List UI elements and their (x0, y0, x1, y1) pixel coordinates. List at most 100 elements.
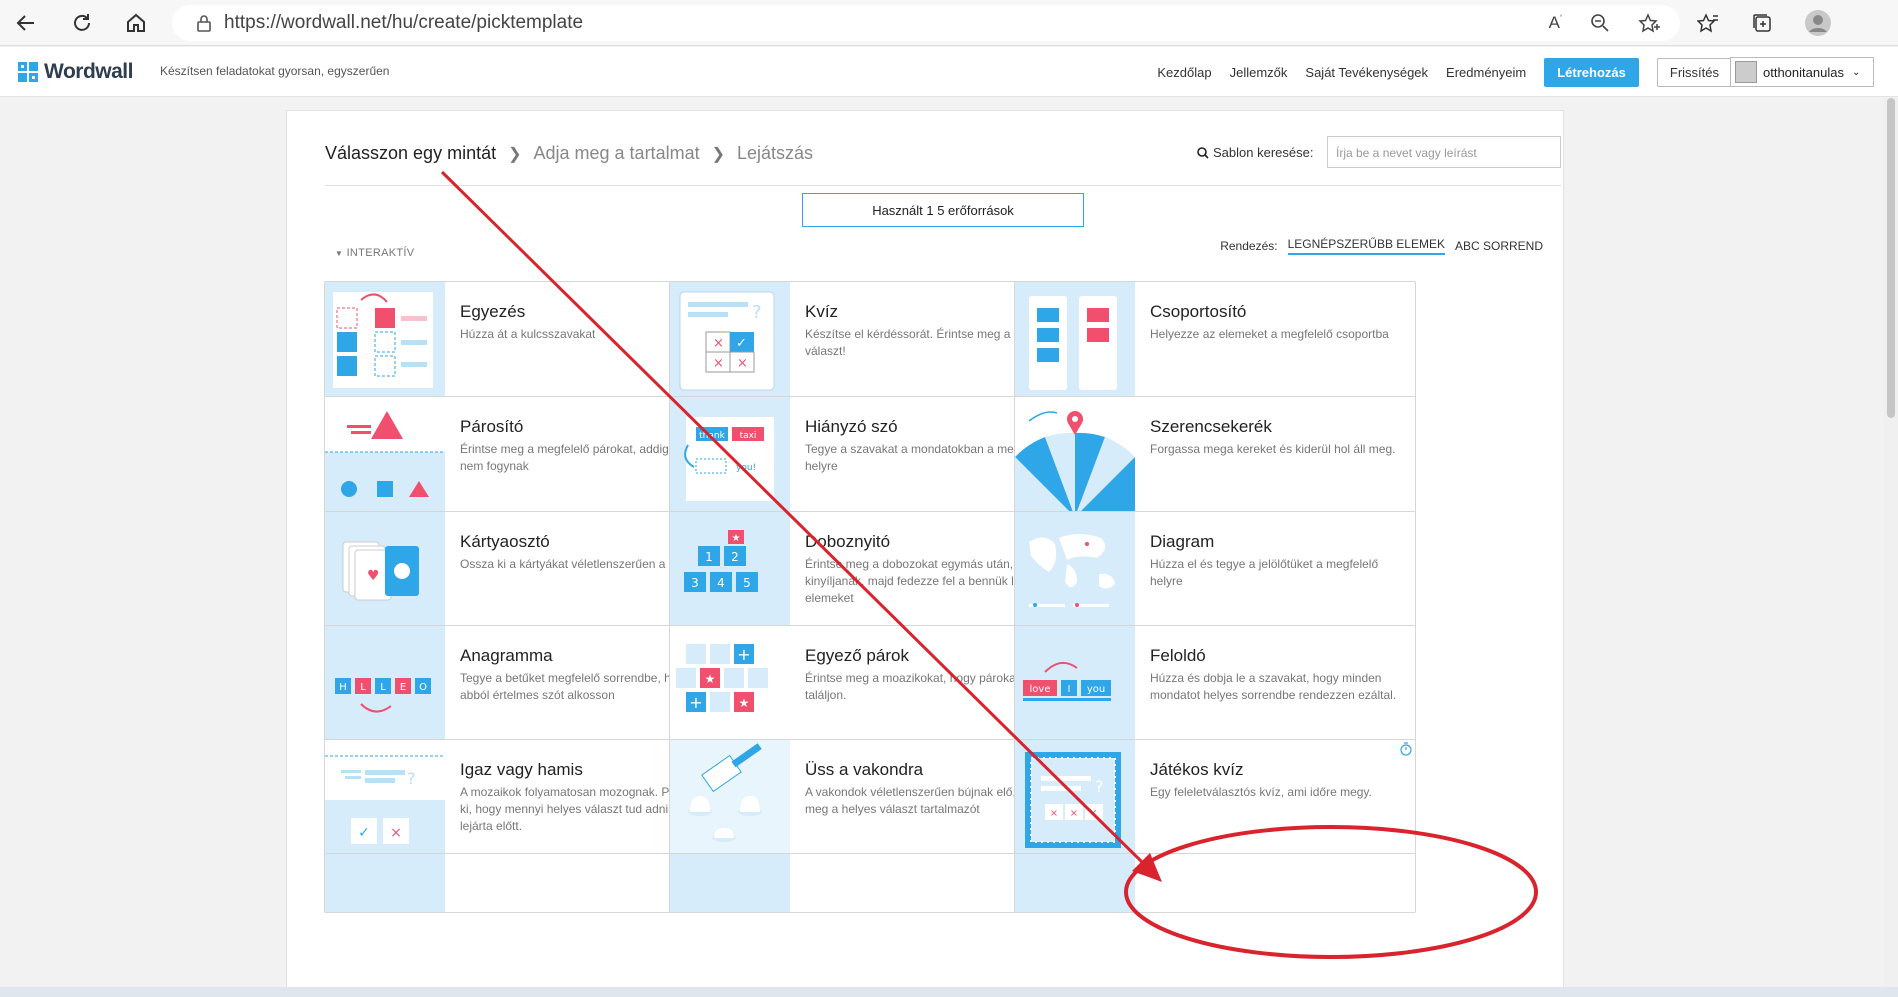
template-anagram[interactable]: H L L E O Anagramma Tegye a betűket megf… (324, 625, 726, 747)
template-title: Igaz vagy hamis (460, 760, 583, 779)
breadcrumb-step-play: Lejátszás (736, 143, 814, 163)
read-aloud-icon[interactable]: Aʼ (1549, 13, 1562, 33)
browser-toolbar: https://wordwall.net/hu/create/picktempl… (0, 0, 1898, 46)
sort-options: Rendezés: LEGNÉPSZERŰBB ELEMEK ABC SORRE… (1220, 237, 1543, 255)
unjumble-word: love (1030, 684, 1051, 695)
template-description: Helyezze az elemeket a megfelelő csoport… (1150, 327, 1389, 341)
caret-down-icon: ▼ (335, 249, 344, 258)
template-partial[interactable] (1014, 853, 1416, 913)
breadcrumb-step-choose: Válasszon egy mintát (325, 143, 497, 163)
template-whack-a-mole[interactable]: Üss a vakondra A vakondok véletlenszerűe… (669, 739, 1071, 861)
avatar (1735, 61, 1757, 83)
scrollbar-thumb[interactable] (1887, 98, 1895, 418)
svg-text:×: × (1070, 808, 1078, 819)
svg-text:✓: ✓ (358, 825, 370, 841)
template-thumbnail (670, 854, 790, 912)
svg-text:×: × (713, 336, 724, 351)
template-description: Egy feleletválasztós kvíz, ami időre meg… (1150, 785, 1372, 799)
scrollbar[interactable] (1884, 98, 1898, 987)
template-group-sort[interactable]: Csoportosító Helyezze az elemeket a megf… (1014, 281, 1416, 403)
unjumble-word: I (1068, 684, 1071, 695)
svg-text:?: ? (1095, 777, 1104, 796)
template-thumbnail: ? ✓ × (325, 740, 445, 860)
nav-my-activities[interactable]: Saját Tevékenységek (1305, 65, 1428, 80)
svg-text:★: ★ (739, 696, 750, 710)
box-number: 1 (705, 550, 713, 564)
template-title: Egyezés (460, 302, 526, 321)
template-thumbnail (325, 854, 445, 912)
template-labelled-diagram[interactable]: Diagram Húzza el és tegye a jelölőtüket … (1014, 511, 1416, 633)
chevron-down-icon: ⌄ (1851, 66, 1861, 78)
template-find-the-match[interactable]: + ★ + ★ Egyező párok Érintse meg a moazi… (669, 625, 1071, 747)
thumb-word-thank: thank (699, 431, 725, 441)
search-label: Sablon keresése: (1197, 145, 1313, 160)
template-thumbnail: ? × × ✓ (1015, 740, 1135, 860)
wordwall-logo[interactable]: Wordwall (18, 60, 133, 84)
template-random-cards[interactable]: ♥ Kártyaosztó Ossza ki a kártyákat vélet… (324, 511, 726, 633)
tagline: Készítsen feladatokat gyorsan, egyszerűe… (160, 64, 390, 78)
template-missing-word[interactable]: thank taxi you! Hiányzó szó Tegye a szav… (669, 396, 1071, 518)
template-open-the-box[interactable]: ★ 1 2 3 4 5 Doboznyitó Érintse meg a dob… (669, 511, 1071, 633)
svg-text:?: ? (752, 302, 762, 323)
back-icon[interactable] (10, 7, 42, 39)
template-matching-pairs[interactable]: Párosító Érintse meg a megfelelő párokat… (324, 396, 726, 518)
create-button[interactable]: Létrehozás (1544, 57, 1639, 87)
template-title: Csoportosító (1150, 302, 1247, 321)
breadcrumb-step-content: Adja meg a tartalmat (533, 143, 700, 163)
template-spin-wheel[interactable]: Szerencsekerék Forgassa mega kereket és … (1014, 396, 1416, 518)
sort-popular[interactable]: LEGNÉPSZERŰBB ELEMEK (1287, 237, 1445, 255)
main-nav: Kezdőlap Jellemzők Saját Tevékenységek E… (1157, 47, 1732, 97)
template-unjumble[interactable]: love I you Feloldó Húzza és dobja le a s… (1014, 625, 1416, 747)
thumb-word-you: you! (736, 463, 756, 473)
add-favorite-icon[interactable] (1638, 13, 1660, 33)
template-partial[interactable] (669, 853, 1071, 913)
refresh-icon[interactable] (66, 7, 98, 39)
home-icon[interactable] (120, 7, 152, 39)
template-title: Feloldó (1150, 646, 1206, 665)
unjumble-word: you (1087, 684, 1105, 695)
svg-text:+: + (689, 693, 702, 712)
template-title: Hiányzó szó (805, 417, 898, 436)
thumb-word-taxi: taxi (740, 431, 757, 441)
nav-home[interactable]: Kezdőlap (1157, 65, 1211, 80)
template-partial[interactable] (324, 853, 726, 913)
template-thumbnail (325, 282, 445, 402)
logo-icon (18, 62, 38, 82)
sort-abc[interactable]: ABC SORREND (1455, 239, 1543, 253)
template-thumbnail (1015, 512, 1135, 632)
svg-text:♥: ♥ (367, 568, 380, 584)
template-match-up[interactable]: Egyezés Húzza át a kulcsszavakat (324, 281, 726, 403)
svg-text:★: ★ (705, 672, 716, 686)
section-interactive[interactable]: ▼ INTERAKTÍV (335, 247, 414, 259)
template-title: Anagramma (460, 646, 553, 665)
collections-icon[interactable] (1746, 7, 1778, 39)
template-title: Szerencsekerék (1150, 417, 1272, 436)
template-description: Húzza és dobja le a szavakat, hogy minde… (1150, 671, 1397, 702)
nav-features[interactable]: Jellemzők (1230, 65, 1288, 80)
anagram-letter: O (419, 682, 427, 693)
chevron-right-icon: ❯ (508, 145, 522, 163)
upgrade-button[interactable]: Frissítés (1656, 57, 1732, 87)
template-true-or-false[interactable]: ? ✓ × Igaz vagy hamis A mozaikok folyama… (324, 739, 726, 861)
timer-icon (1400, 742, 1412, 756)
resources-used-button[interactable]: Használt 1 5 erőforrások (802, 193, 1084, 227)
favorites-icon[interactable] (1692, 7, 1724, 39)
nav-results[interactable]: Eredményeim (1446, 65, 1526, 80)
template-thumbnail: H L L E O (325, 626, 445, 746)
template-thumbnail (1015, 854, 1135, 912)
zoom-out-icon[interactable] (1590, 13, 1610, 33)
template-quiz[interactable]: ? × ✓ × × Kvíz Készítse el kérdéssorát. … (669, 281, 1071, 403)
template-thumbnail: + ★ + ★ (670, 626, 790, 746)
profile-icon[interactable] (1802, 7, 1834, 39)
svg-text:×: × (713, 356, 724, 371)
template-search-input[interactable]: Írja be a nevet vagy leírást (1327, 136, 1561, 168)
svg-text:×: × (390, 825, 402, 841)
address-bar[interactable]: https://wordwall.net/hu/create/picktempl… (172, 5, 1680, 41)
anagram-letter: H (339, 682, 347, 693)
template-gameshow-quiz[interactable]: ? × × ✓ Játékos kvíz Egy feleletválasztó… (1014, 739, 1416, 861)
sort-label: Rendezés: (1220, 239, 1278, 253)
template-title: Párosító (460, 417, 524, 436)
template-title: Kvíz (805, 302, 839, 321)
svg-text:✓: ✓ (736, 336, 747, 351)
user-menu[interactable]: otthonitanulas ⌄ (1730, 57, 1874, 87)
